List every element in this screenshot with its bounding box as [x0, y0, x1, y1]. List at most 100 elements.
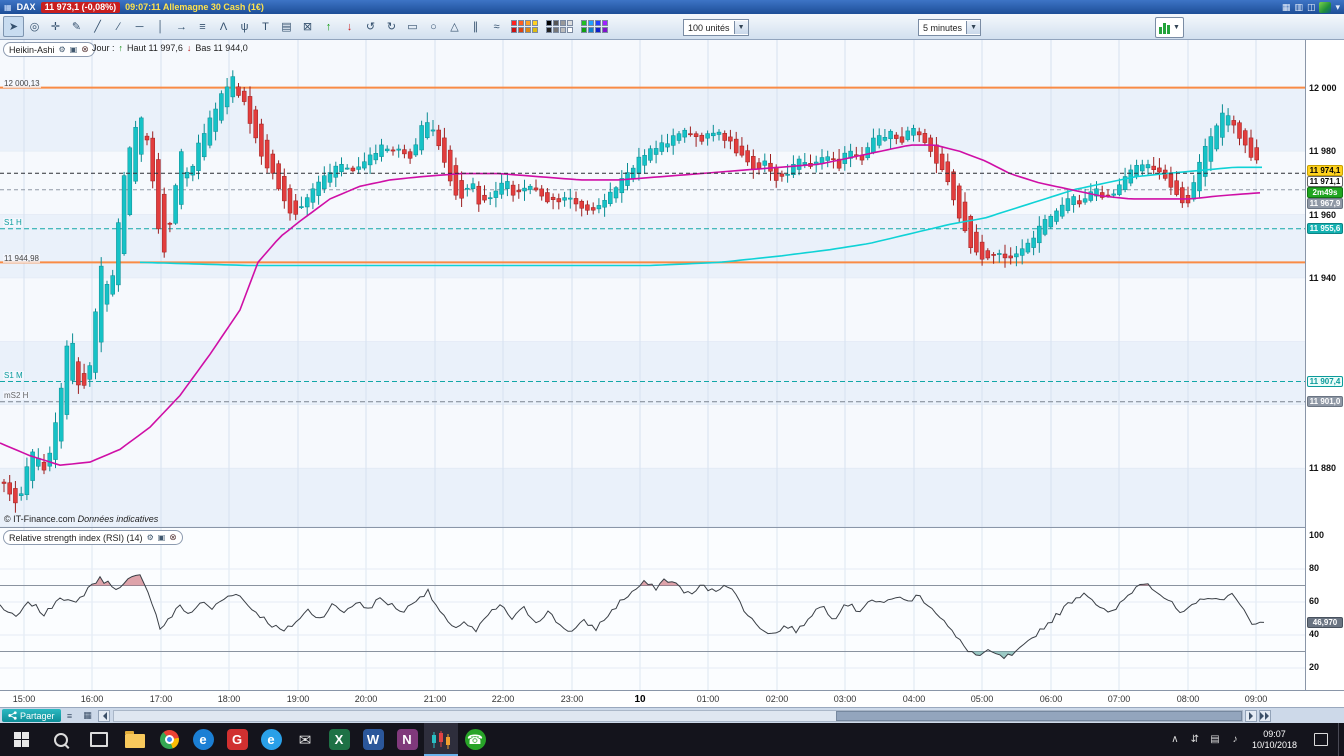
- taskbar-app-mail[interactable]: ✉: [288, 723, 322, 756]
- close-icon[interactable]: ⊗: [81, 44, 89, 55]
- color-swatch[interactable]: [560, 27, 566, 33]
- taskbar-app-word[interactable]: W: [356, 723, 390, 756]
- chevron-down-icon[interactable]: ▼: [966, 21, 981, 34]
- color-swatch[interactable]: [567, 20, 573, 26]
- rsi-panel[interactable]: Relative strength index (RSI) (14) ⚙ ▣ ⊗: [0, 527, 1305, 690]
- new-window-icon[interactable]: ◫: [1307, 2, 1316, 13]
- tray-icon[interactable]: ▤: [1205, 734, 1225, 745]
- logo-menu-chevron-icon[interactable]: ▾: [1335, 2, 1340, 13]
- taskbar-app-phone-app[interactable]: ☎: [458, 723, 492, 756]
- color-swatch[interactable]: [525, 20, 531, 26]
- workspace-grid-icon[interactable]: ▦: [1282, 2, 1291, 13]
- pitchfork-tool[interactable]: ψ: [234, 16, 255, 37]
- detach-window-icon[interactable]: ▣: [158, 533, 166, 542]
- price-axis[interactable]: 12 000 11 980 11 960 11 940 11 880 11 974,1 11…: [1305, 40, 1344, 690]
- color-swatch[interactable]: [581, 20, 587, 26]
- zoom-tool[interactable]: ◎: [24, 16, 45, 37]
- time-axis[interactable]: 15:00 16:00 17:00 18:00 19:00 20:00 21:00 22:00…: [0, 690, 1344, 707]
- color-swatch[interactable]: [532, 20, 538, 26]
- buy-arrow-tool[interactable]: ↑: [318, 16, 339, 37]
- tray-icon[interactable]: ∧: [1165, 734, 1185, 745]
- wave-tool[interactable]: ≈: [486, 16, 507, 37]
- units-dropdown[interactable]: 100 unités ▼: [683, 19, 749, 36]
- color-swatch[interactable]: [553, 20, 559, 26]
- color-swatch[interactable]: [588, 27, 594, 33]
- chevron-down-icon[interactable]: ▼: [733, 21, 748, 34]
- color-swatch[interactable]: [567, 27, 573, 33]
- crosshair-tool[interactable]: ✛: [45, 16, 66, 37]
- color-swatch[interactable]: [595, 27, 601, 33]
- rectangle-tool[interactable]: ▭: [402, 16, 423, 37]
- taskbar-app-trading-platform[interactable]: [424, 723, 458, 756]
- sell-arrow-tool[interactable]: ↓: [339, 16, 360, 37]
- task-view-button[interactable]: [80, 723, 118, 756]
- taskbar-app-excel[interactable]: X: [322, 723, 356, 756]
- platform-logo-icon[interactable]: [1319, 1, 1332, 13]
- scroll-right-button[interactable]: [1245, 710, 1257, 722]
- layout-icon[interactable]: ▥: [1294, 2, 1303, 13]
- taskbar-app-chrome[interactable]: [152, 723, 186, 756]
- strategy-button[interactable]: ▼: [1155, 17, 1184, 38]
- text-tool[interactable]: T: [255, 16, 276, 37]
- color-swatch[interactable]: [518, 20, 524, 26]
- detach-window-icon[interactable]: ▣: [70, 45, 78, 54]
- taskbar-app-onenote[interactable]: N: [390, 723, 424, 756]
- grid-view-icon[interactable]: ▦: [80, 709, 95, 722]
- color-swatch[interactable]: [511, 27, 517, 33]
- tray-icon[interactable]: ♪: [1225, 734, 1245, 745]
- color-swatch[interactable]: [581, 27, 587, 33]
- settings-gear-icon[interactable]: ⚙: [147, 533, 154, 542]
- color-swatch[interactable]: [588, 20, 594, 26]
- start-button[interactable]: [0, 723, 42, 756]
- color-swatch[interactable]: [546, 20, 552, 26]
- taskbar-app-edge[interactable]: e: [186, 723, 220, 756]
- ray-tool[interactable]: ∕: [108, 16, 129, 37]
- taskbar-app-internet-explorer[interactable]: e: [254, 723, 288, 756]
- chart-scrollbar[interactable]: [113, 710, 1243, 722]
- taskbar-clock[interactable]: 09:07 10/10/2018: [1245, 729, 1304, 751]
- scrollbar-thumb[interactable]: [836, 711, 1242, 721]
- fibonacci-tool[interactable]: ≡: [192, 16, 213, 37]
- channel-tool[interactable]: ∥: [465, 16, 486, 37]
- delete-tool[interactable]: ⊠: [297, 16, 318, 37]
- chart-style-pill[interactable]: Heikin-Ashi ⚙ ▣ ⊗: [3, 42, 95, 57]
- action-center-button[interactable]: [1304, 733, 1338, 746]
- triangle-tool[interactable]: △: [444, 16, 465, 37]
- show-desktop-button[interactable]: [1338, 723, 1344, 756]
- timeframe-dropdown[interactable]: 5 minutes ▼: [918, 19, 982, 36]
- taskbar-app-file-explorer[interactable]: [118, 723, 152, 756]
- taskbar-app-app-g[interactable]: G: [220, 723, 254, 756]
- redo-tool[interactable]: ↻: [381, 16, 402, 37]
- color-swatch[interactable]: [595, 20, 601, 26]
- arrow-tool[interactable]: →: [171, 16, 192, 37]
- rsi-canvas[interactable]: [0, 528, 1305, 690]
- color-swatch[interactable]: [602, 27, 608, 33]
- close-icon[interactable]: ⊗: [169, 532, 177, 543]
- color-swatch[interactable]: [602, 20, 608, 26]
- undo-tool[interactable]: ↺: [360, 16, 381, 37]
- contacts-icon[interactable]: ≡: [62, 709, 77, 722]
- tray-icon[interactable]: ⇵: [1185, 734, 1205, 745]
- color-swatch[interactable]: [546, 27, 552, 33]
- vline-tool[interactable]: │: [150, 16, 171, 37]
- color-swatch[interactable]: [518, 27, 524, 33]
- color-swatch[interactable]: [532, 27, 538, 33]
- price-chart[interactable]: Heikin-Ashi ⚙ ▣ ⊗ Jour : ↑ Haut 11 997,6…: [0, 40, 1305, 527]
- share-button[interactable]: Partager: [2, 709, 61, 722]
- color-swatch[interactable]: [560, 20, 566, 26]
- cursor-tool[interactable]: ➤: [3, 16, 24, 37]
- rsi-indicator-pill[interactable]: Relative strength index (RSI) (14) ⚙ ▣ ⊗: [3, 530, 183, 545]
- color-swatch[interactable]: [525, 27, 531, 33]
- color-swatch[interactable]: [511, 20, 517, 26]
- note-tool[interactable]: ▤: [276, 16, 297, 37]
- search-button[interactable]: [42, 723, 80, 756]
- candlestick-canvas[interactable]: [0, 40, 1305, 527]
- zigzag-tool[interactable]: Λ: [213, 16, 234, 37]
- ellipse-tool[interactable]: ○: [423, 16, 444, 37]
- color-swatch[interactable]: [553, 27, 559, 33]
- scroll-end-button[interactable]: [1259, 710, 1271, 722]
- line-tool[interactable]: ╱: [87, 16, 108, 37]
- scroll-left-button[interactable]: [98, 710, 110, 722]
- pencil-tool[interactable]: ✎: [66, 16, 87, 37]
- hline-tool[interactable]: ─: [129, 16, 150, 37]
